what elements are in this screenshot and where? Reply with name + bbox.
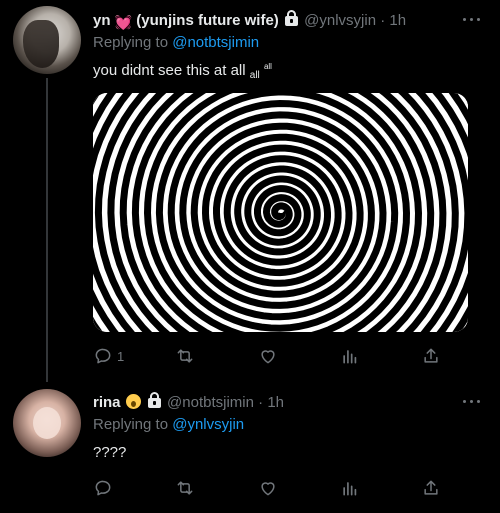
reply-button[interactable] [93, 477, 117, 499]
reply-icon [95, 480, 111, 496]
thread-connector-line [46, 78, 48, 382]
lock-icon [284, 10, 298, 26]
tweet-text: you didnt see this at all all all [93, 62, 272, 81]
timestamp[interactable]: 1h [267, 394, 284, 411]
user-handle[interactable]: @notbtsjimin [167, 394, 254, 411]
avatar[interactable] [13, 389, 81, 457]
display-name[interactable]: yn [93, 12, 111, 29]
display-name-suffix[interactable]: (yunjins future wife) [136, 12, 279, 29]
share-icon [424, 480, 438, 495]
separator-dot: · [380, 12, 386, 29]
replying-to: Replying to @notbtsjimin [93, 34, 259, 51]
tweet-actions: 1 [93, 345, 453, 367]
heart-emoji-icon: 💓 [114, 14, 133, 30]
more-options-icon[interactable] [463, 399, 481, 405]
user-handle[interactable]: @ynlvsyjin [304, 12, 376, 29]
like-button[interactable] [258, 477, 278, 499]
share-icon [424, 348, 438, 363]
reply-button[interactable]: 1 [93, 345, 124, 367]
views-button[interactable] [340, 345, 360, 367]
replying-to-label: Replying to [93, 34, 169, 51]
views-icon [343, 350, 357, 364]
tweet-header: yn 💓 (yunjins future wife) @ynlvsyjin · … [93, 10, 406, 31]
share-button[interactable] [421, 345, 441, 367]
tweet-media-image[interactable] [93, 93, 468, 332]
tweet-text-small: all [249, 70, 260, 81]
share-button[interactable] [421, 477, 441, 499]
reply-icon [95, 348, 111, 364]
timestamp[interactable]: 1h [389, 12, 406, 29]
replying-to-mention[interactable]: @notbtsjimin [172, 34, 259, 51]
tweet-header: rina @notbtsjimin · 1h [93, 392, 284, 411]
scream-emoji-icon [125, 394, 141, 409]
tweet-text-main: you didnt see this at all [93, 62, 246, 79]
tweet-actions [93, 477, 453, 499]
tweet-text-tiny: all [263, 62, 272, 71]
lock-icon [147, 392, 161, 408]
views-button[interactable] [340, 477, 360, 499]
views-icon [343, 482, 357, 496]
tweet-text-main: ???? [93, 444, 127, 461]
retweet-icon [177, 481, 193, 495]
replying-to-label: Replying to [93, 416, 169, 433]
replying-to: Replying to @ynlvsyjin [93, 416, 244, 433]
separator-dot: · [258, 394, 264, 411]
like-icon [261, 350, 275, 364]
retweet-button[interactable] [175, 345, 195, 367]
retweet-button[interactable] [175, 477, 195, 499]
like-icon [261, 482, 275, 496]
avatar[interactable] [13, 6, 81, 74]
reply-count: 1 [117, 348, 125, 364]
spiral-image [93, 93, 468, 332]
replying-to-mention[interactable]: @ynlvsyjin [172, 416, 244, 433]
retweet-icon [177, 349, 193, 363]
display-name[interactable]: rina [93, 394, 121, 411]
like-button[interactable] [258, 345, 278, 367]
tweet-text: ???? [93, 444, 126, 461]
more-options-icon[interactable] [463, 17, 481, 23]
